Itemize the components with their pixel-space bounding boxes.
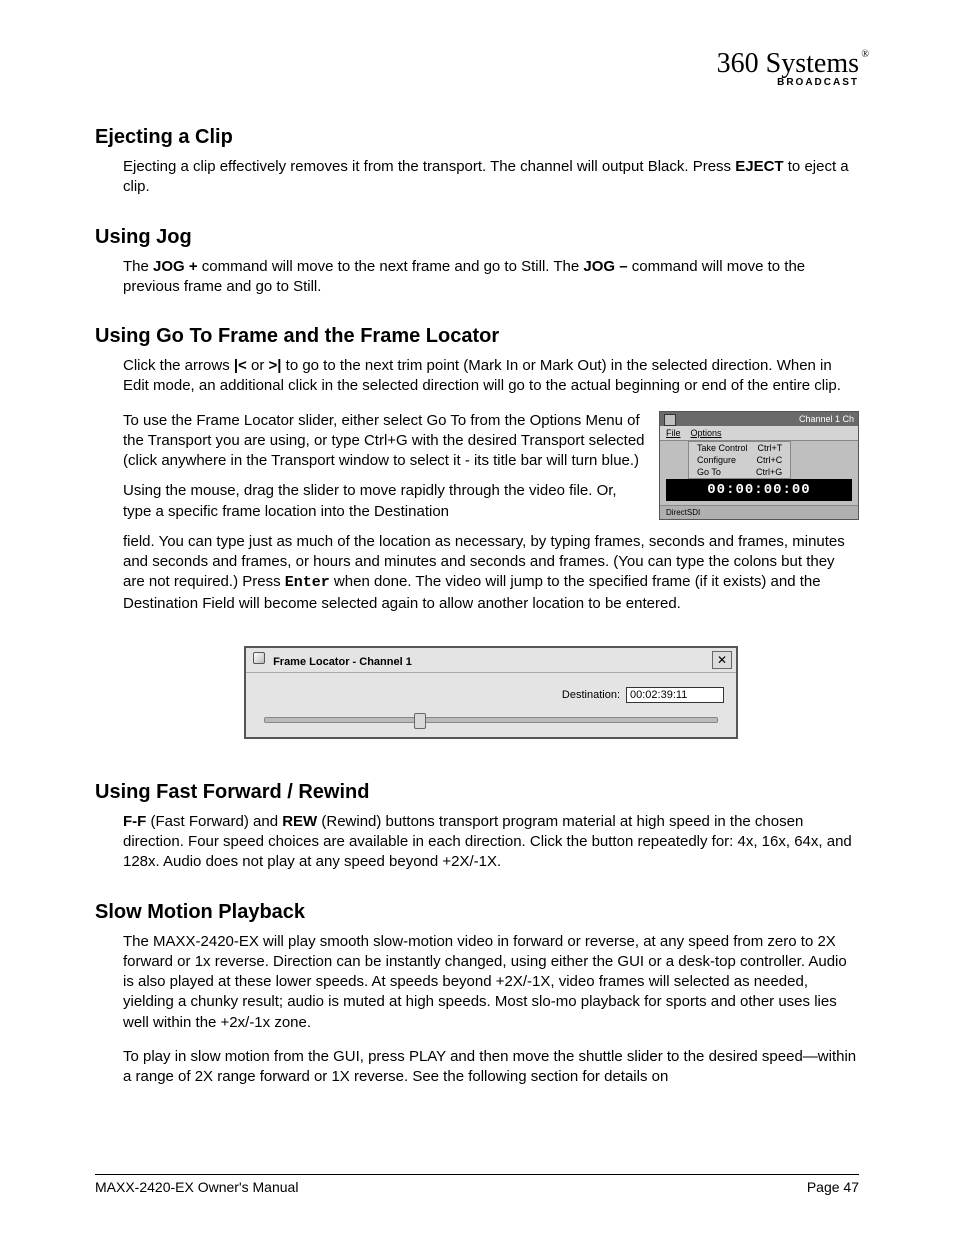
- para-jog: The JOG + command will move to the next …: [123, 257, 859, 298]
- text-span: (Fast Forward) and: [146, 813, 282, 830]
- window-icon: [252, 651, 266, 665]
- close-icon: ✕: [717, 654, 727, 666]
- heading-ffrew: Using Fast Forward / Rewind: [95, 781, 859, 804]
- para-slomo-2: To play in slow motion from the GUI, pre…: [123, 1047, 859, 1088]
- timecode-counter: 00:00:00:00: [666, 479, 852, 501]
- para-goto-1: Click the arrows |< or >| to go to the n…: [123, 356, 859, 397]
- menu-file: File: [666, 428, 681, 438]
- registered-mark: ®: [861, 50, 869, 60]
- close-button[interactable]: ✕: [712, 651, 732, 669]
- options-menu-dropdown: Take Control Ctrl+T Configure Ctrl+C Go …: [688, 441, 791, 479]
- frame-locator-titlebar: Frame Locator - Channel 1 ✕: [246, 648, 736, 673]
- para-slomo-1: The MAXX-2420-EX will play smooth slow-m…: [123, 932, 859, 1033]
- destination-input[interactable]: [626, 687, 724, 703]
- text-bold: |<: [234, 357, 247, 374]
- para-goto-2: To use the Frame Locator slider, either …: [123, 411, 647, 472]
- brand-logo: 360 Systems ® BROADCAST: [95, 50, 859, 88]
- menu-label: Configure: [697, 455, 736, 465]
- text-span: Click the arrows: [123, 357, 234, 374]
- menu-shortcut: Ctrl+C: [757, 455, 783, 465]
- page-footer: MAXX-2420-EX Owner's Manual Page 47: [95, 1174, 859, 1195]
- text-mono: Ctrl+G: [364, 432, 408, 449]
- text-mono: Enter: [285, 574, 330, 591]
- text-bold: JOG +: [153, 258, 198, 275]
- heading-ejecting: Ejecting a Clip: [95, 126, 859, 149]
- destination-label: Destination:: [562, 689, 620, 701]
- goto-text-and-figure: To use the Frame Locator slider, either …: [123, 411, 859, 522]
- para-goto-3: Using the mouse, drag the slider to move…: [123, 481, 647, 522]
- transport-title: Channel 1 Ch: [799, 414, 854, 424]
- slider-thumb[interactable]: [414, 713, 426, 729]
- para-goto-4: field. You can type just as much of the …: [123, 532, 859, 614]
- heading-jog: Using Jog: [95, 226, 859, 249]
- text-bold: F-F: [123, 813, 146, 830]
- frame-locator-slider[interactable]: [264, 717, 718, 723]
- transport-titlebar: Channel 1 Ch: [660, 412, 858, 426]
- heading-slomo: Slow Motion Playback: [95, 901, 859, 924]
- menu-label: Go To: [697, 467, 721, 477]
- text-span: Ejecting a clip effectively removes it f…: [123, 158, 735, 175]
- footer-left: MAXX-2420-EX Owner's Manual: [95, 1179, 298, 1195]
- heading-goto: Using Go To Frame and the Frame Locator: [95, 325, 859, 348]
- text-span: The: [123, 258, 153, 275]
- text-span: or: [247, 357, 269, 374]
- menu-item-goto: Go To Ctrl+G: [689, 466, 790, 478]
- destination-row: Destination:: [258, 687, 724, 703]
- menu-item-configure: Configure Ctrl+C: [689, 454, 790, 466]
- text-bold: REW: [282, 813, 317, 830]
- frame-locator-window: Frame Locator - Channel 1 ✕ Destination:: [244, 646, 738, 739]
- text-bold: EJECT: [735, 158, 783, 175]
- transport-bottombar: DirectSDI: [660, 505, 858, 519]
- menu-label: Take Control: [697, 443, 748, 453]
- frame-locator-title: Frame Locator - Channel 1: [273, 656, 412, 668]
- transport-window-figure: Channel 1 Ch File Options Take Control Ct…: [659, 411, 859, 520]
- frame-locator-body: Destination:: [246, 673, 736, 737]
- para-ejecting: Ejecting a clip effectively removes it f…: [123, 157, 859, 198]
- text-bold: >|: [269, 357, 282, 374]
- text-bold: JOG –: [583, 258, 627, 275]
- para-ffrew: F-F (Fast Forward) and REW (Rewind) butt…: [123, 812, 859, 873]
- menu-shortcut: Ctrl+G: [756, 467, 782, 477]
- logo-main: 360 Systems: [717, 48, 859, 79]
- footer-right: Page 47: [807, 1179, 859, 1195]
- logo-sub: BROADCAST: [717, 78, 859, 88]
- menu-item-take-control: Take Control Ctrl+T: [689, 442, 790, 454]
- sysmenu-icon: [664, 414, 676, 426]
- transport-menubar: File Options: [660, 426, 858, 441]
- text-span: command will move to the next frame and …: [198, 258, 584, 275]
- menu-shortcut: Ctrl+T: [758, 443, 783, 453]
- menu-options: Options: [691, 428, 722, 438]
